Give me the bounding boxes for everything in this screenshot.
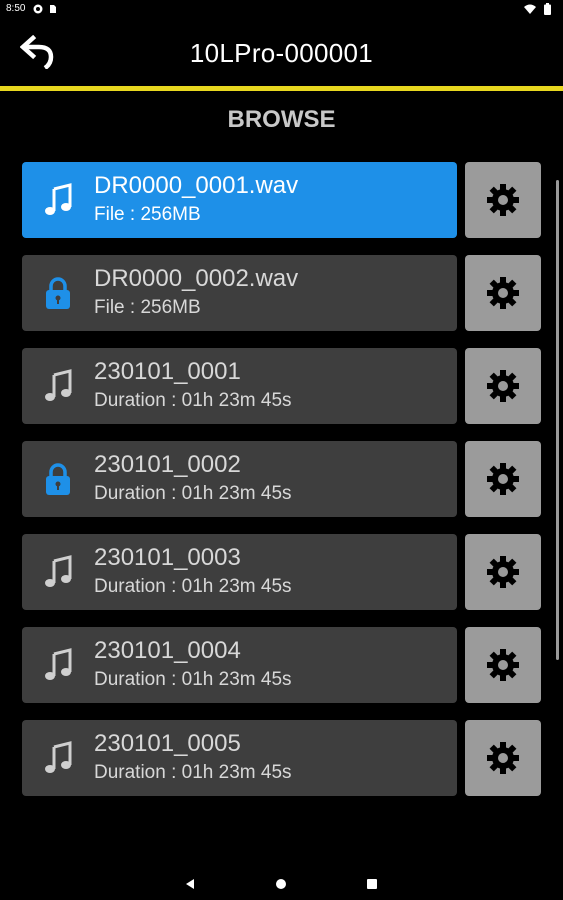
list-item: 230101_0003 Duration : 01h 23m 45s bbox=[22, 534, 542, 612]
settings-button[interactable] bbox=[465, 348, 541, 424]
file-name: 230101_0004 bbox=[94, 637, 241, 664]
scrollbar[interactable] bbox=[556, 180, 559, 660]
file-name: DR0000_0001.wav bbox=[94, 172, 299, 199]
list-item: 230101_0005 Duration : 01h 23m 45s bbox=[22, 720, 542, 798]
file-item[interactable]: 230101_0003 Duration : 01h 23m 45s bbox=[22, 534, 457, 610]
battery-icon bbox=[544, 3, 551, 15]
file-item[interactable]: 230101_0002 Duration : 01h 23m 45s bbox=[22, 441, 457, 517]
gear-icon bbox=[487, 556, 519, 588]
page-title: 10LPro-000001 bbox=[189, 38, 374, 68]
file-info: Duration : 01h 23m 45s bbox=[94, 669, 292, 690]
settings-button[interactable] bbox=[465, 534, 541, 610]
file-info: File : 256MB bbox=[94, 204, 201, 225]
settings-button[interactable] bbox=[465, 720, 541, 796]
list-item: 230101_0001 Duration : 01h 23m 45s bbox=[22, 348, 542, 426]
file-info: File : 256MB bbox=[94, 297, 201, 318]
file-info: Duration : 01h 23m 45s bbox=[94, 576, 292, 597]
music-note-icon bbox=[40, 740, 76, 776]
file-name: 230101_0001 bbox=[94, 358, 241, 385]
lock-icon bbox=[40, 275, 76, 311]
file-info: Duration : 01h 23m 45s bbox=[94, 390, 292, 411]
settings-button[interactable] bbox=[465, 441, 541, 517]
gear-icon bbox=[487, 184, 519, 216]
header-divider bbox=[0, 86, 563, 91]
file-item[interactable]: 230101_0004 Duration : 01h 23m 45s bbox=[22, 627, 457, 703]
file-name: 230101_0003 bbox=[94, 544, 241, 571]
file-item[interactable]: DR0000_0001.wav File : 256MB bbox=[22, 162, 457, 238]
settings-button[interactable] bbox=[465, 162, 541, 238]
triangle-back-icon bbox=[186, 879, 194, 889]
settings-button[interactable] bbox=[465, 627, 541, 703]
navigation-bar bbox=[0, 866, 563, 900]
list-item: 230101_0004 Duration : 01h 23m 45s bbox=[22, 627, 542, 705]
list-item: DR0000_0001.wav File : 256MB bbox=[22, 162, 542, 240]
gear-icon bbox=[487, 463, 519, 495]
nav-back-button[interactable] bbox=[180, 874, 200, 894]
gear-icon bbox=[487, 649, 519, 681]
music-note-icon bbox=[40, 368, 76, 404]
square-recents-icon bbox=[367, 879, 377, 889]
gear-icon bbox=[487, 370, 519, 402]
circle-home-icon bbox=[276, 879, 286, 889]
lock-icon bbox=[40, 461, 76, 497]
file-name: DR0000_0002.wav bbox=[94, 265, 299, 292]
file-item[interactable]: 230101_0005 Duration : 01h 23m 45s bbox=[22, 720, 457, 796]
notification-icon bbox=[33, 4, 43, 14]
music-note-icon bbox=[40, 554, 76, 590]
music-note-icon bbox=[40, 182, 76, 218]
file-item[interactable]: DR0000_0002.wav File : 256MB bbox=[22, 255, 457, 331]
file-info: Duration : 01h 23m 45s bbox=[94, 483, 292, 504]
nav-recents-button[interactable] bbox=[362, 874, 382, 894]
file-name: 230101_0002 bbox=[94, 451, 241, 478]
file-item[interactable]: 230101_0001 Duration : 01h 23m 45s bbox=[22, 348, 457, 424]
status-bar: 8:50 bbox=[0, 0, 563, 20]
list-item: DR0000_0002.wav File : 256MB bbox=[22, 255, 542, 333]
file-name: 230101_0005 bbox=[94, 730, 241, 757]
status-time: 8:50 bbox=[6, 3, 26, 14]
music-note-icon bbox=[40, 647, 76, 683]
gear-icon bbox=[487, 742, 519, 774]
app-bar: 10LPro-000001 bbox=[0, 20, 563, 86]
gear-icon bbox=[487, 277, 519, 309]
wifi-icon bbox=[524, 4, 536, 14]
list-item: 230101_0002 Duration : 01h 23m 45s bbox=[22, 441, 542, 519]
section-title: BROWSE bbox=[227, 106, 336, 133]
file-info: Duration : 01h 23m 45s bbox=[94, 762, 292, 783]
sim-card-icon bbox=[50, 5, 56, 13]
nav-home-button[interactable] bbox=[271, 874, 291, 894]
settings-button[interactable] bbox=[465, 255, 541, 331]
